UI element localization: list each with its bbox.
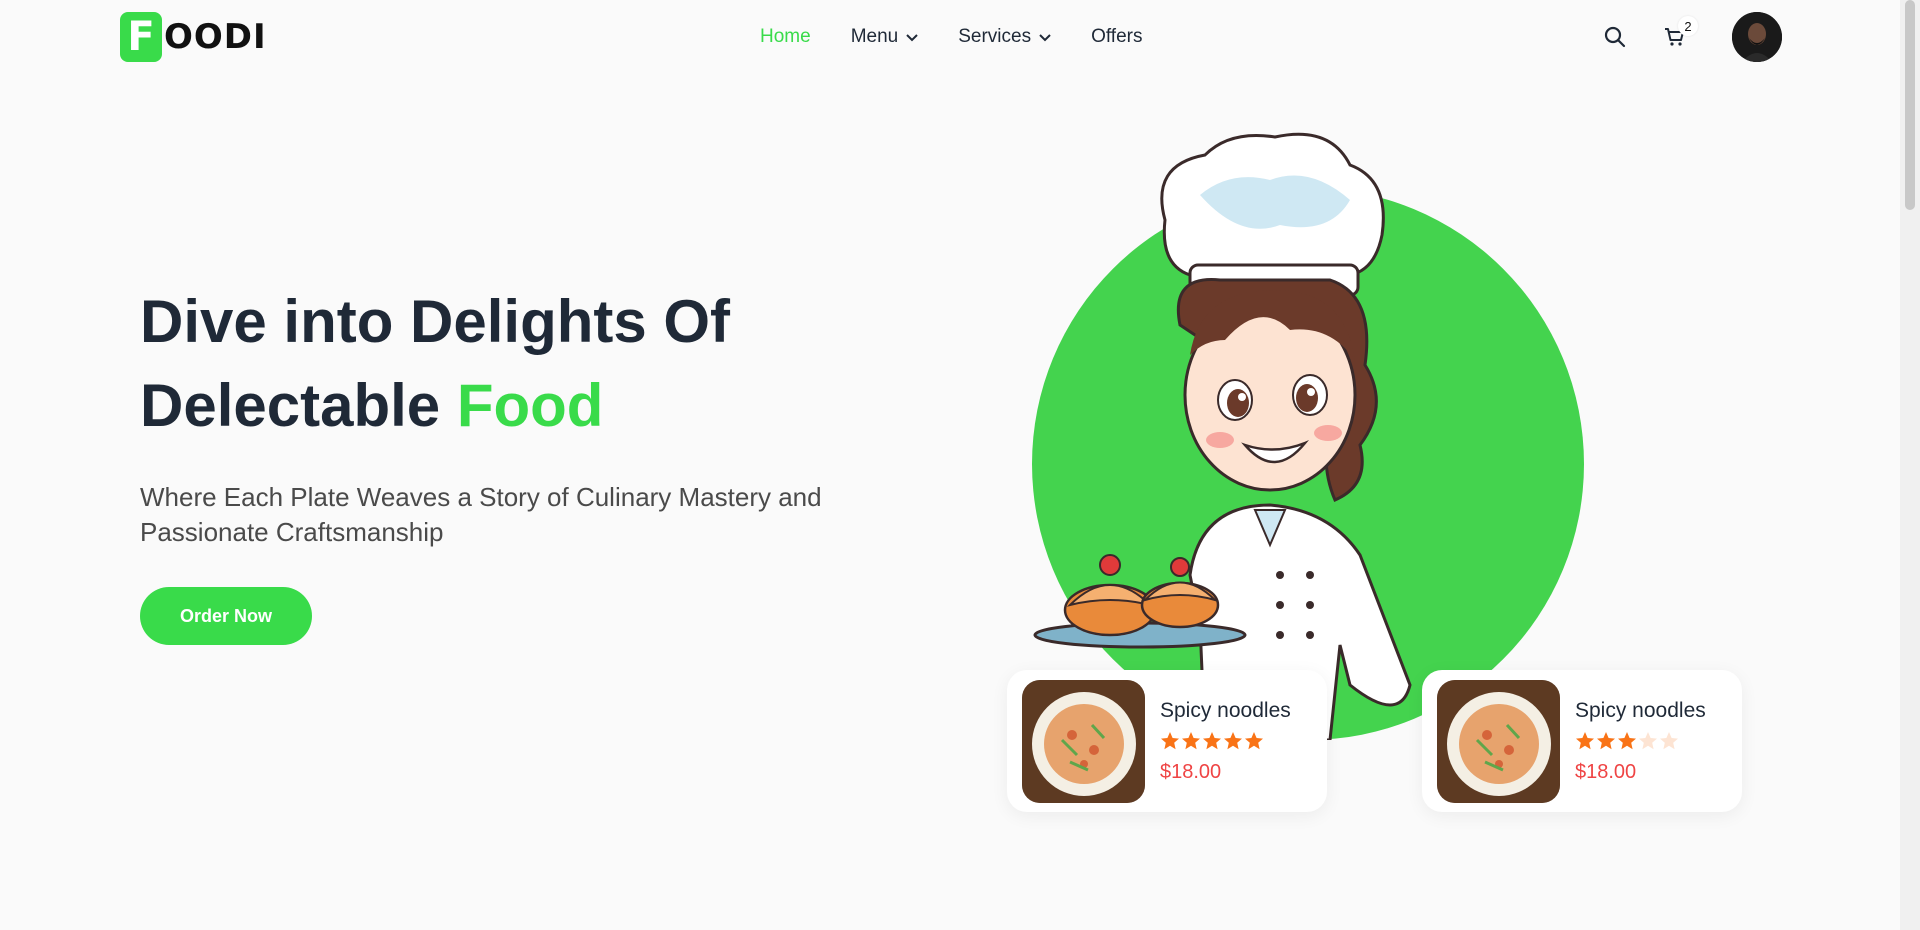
nav-offers[interactable]: Offers	[1091, 26, 1142, 48]
chef-illustration	[1033, 132, 1412, 740]
star-icon	[1161, 731, 1179, 749]
hero-title-line2: Delectable	[140, 372, 457, 439]
star-icon	[1618, 731, 1636, 749]
cart-count-badge: 2	[1678, 16, 1698, 36]
nav-menu[interactable]: Menu	[851, 26, 919, 48]
star-icon	[1224, 731, 1242, 749]
brand-logo[interactable]: F OODI	[120, 12, 267, 62]
chevron-down-icon	[906, 34, 918, 42]
food-name: Spicy noodles	[1575, 698, 1706, 722]
nav-services-label: Services	[958, 26, 1032, 47]
search-button[interactable]	[1598, 20, 1632, 54]
scrollbar-thumb[interactable]	[1905, 0, 1915, 210]
user-photo-icon	[1732, 12, 1782, 62]
navbar: F OODI Home Menu Services Offers 2	[0, 0, 1900, 76]
order-now-button[interactable]: Order Now	[140, 587, 312, 645]
food-card[interactable]: Spicy noodles $18.00	[1422, 670, 1742, 812]
food-info: Spicy noodles $18.00	[1160, 699, 1291, 784]
page-scrollbar[interactable]	[1900, 0, 1920, 930]
nav-services[interactable]: Services	[958, 26, 1051, 48]
nav-offers-label: Offers	[1091, 26, 1143, 47]
main-nav: Home Menu Services Offers	[760, 26, 1142, 48]
star-rating	[1575, 731, 1706, 751]
logo-badge: F	[120, 12, 162, 62]
food-info: Spicy noodles $18.00	[1575, 699, 1706, 784]
hero-subtitle: Where Each Plate Weaves a Story of Culin…	[140, 482, 822, 547]
nav-home-label: Home	[760, 26, 811, 47]
hero-title-line1: Dive into Delights Of	[140, 288, 731, 355]
star-icon	[1182, 731, 1200, 749]
star-icon	[1576, 731, 1594, 749]
food-image	[1437, 679, 1560, 803]
star-rating	[1160, 731, 1291, 751]
food-card[interactable]: Spicy noodles $18.00	[1007, 670, 1327, 812]
star-icon	[1660, 731, 1678, 749]
nav-menu-label: Menu	[850, 26, 899, 47]
search-icon	[1604, 26, 1626, 48]
user-avatar[interactable]	[1732, 12, 1782, 62]
chevron-down-icon	[1039, 34, 1051, 42]
cart-button[interactable]: 2	[1658, 16, 1698, 54]
hero-title-highlight: Food	[456, 372, 604, 439]
food-image	[1022, 679, 1145, 803]
food-price: $18.00	[1575, 760, 1637, 783]
food-name: Spicy noodles	[1160, 698, 1291, 722]
star-icon	[1245, 731, 1263, 749]
nav-actions: 2	[1598, 12, 1782, 62]
star-icon	[1203, 731, 1221, 749]
logo-text: OODI	[164, 17, 267, 57]
nav-home[interactable]: Home	[760, 26, 811, 48]
hero-title: Dive into Delights Of Delectable Food	[140, 280, 730, 448]
star-icon	[1597, 731, 1615, 749]
star-icon	[1639, 731, 1657, 749]
food-price: $18.00	[1160, 760, 1222, 783]
